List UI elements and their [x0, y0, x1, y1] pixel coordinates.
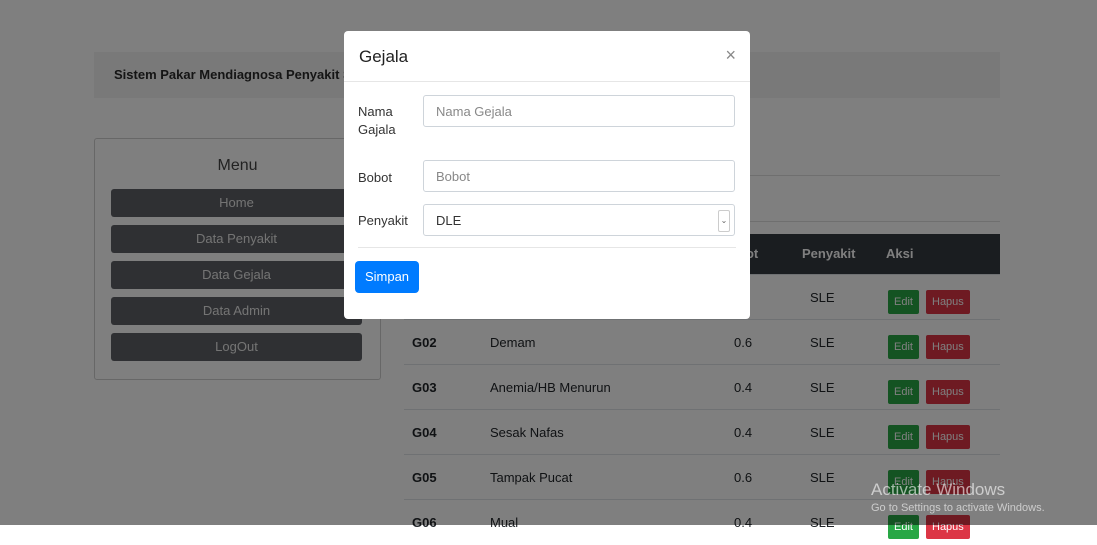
watermark-line1: Activate Windows — [871, 480, 1006, 499]
page: Sistem Pakar Mendiagnosa Penyakit S Menu… — [0, 0, 1097, 539]
activate-windows-watermark: Activate Windows Go to Settings to activ… — [871, 480, 1045, 514]
close-icon[interactable]: × — [725, 46, 736, 64]
modal-header: Gejala × — [344, 31, 750, 82]
bobot-label: Bobot — [358, 170, 392, 185]
penyakit-label: Penyakit — [358, 213, 408, 228]
gejala-modal: Gejala × Nama Gajala Bobot Penyakit DLE … — [344, 31, 750, 319]
nama-label-line2: Gajala — [358, 122, 396, 137]
nama-gejala-label: Nama Gajala — [358, 103, 396, 139]
nama-label-line1: Nama — [358, 104, 393, 119]
nama-gejala-input[interactable] — [423, 95, 735, 127]
bobot-input[interactable] — [423, 160, 735, 192]
modal-title: Gejala — [359, 47, 409, 66]
modal-divider — [358, 247, 736, 248]
simpan-button[interactable]: Simpan — [355, 261, 419, 293]
penyakit-select[interactable]: DLE ⌄ — [423, 204, 735, 236]
watermark-line2: Go to Settings to activate Windows. — [871, 502, 1045, 514]
penyakit-selected-value: DLE — [436, 213, 462, 228]
chevron-down-icon: ⌄ — [718, 210, 730, 232]
